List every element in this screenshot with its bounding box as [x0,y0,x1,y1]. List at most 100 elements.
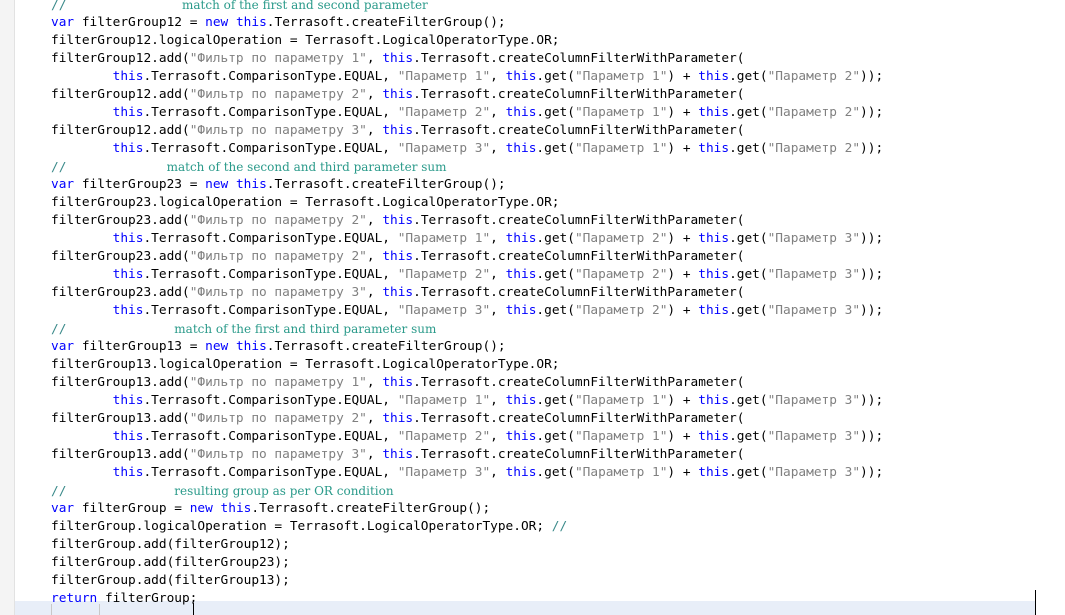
comment-token: // [51,322,67,337]
code-line[interactable]: // match of the second and third paramet… [51,158,447,176]
code-line[interactable]: // resulting group as per OR condition [51,482,394,500]
code-line[interactable]: filterGroup13.add("Фильтр по параметру 2… [51,410,744,428]
string-token: "Параметр 2" [767,69,861,84]
code-line[interactable]: this.Terrasoft.ComparisonType.EQUAL, "Па… [51,464,884,482]
string-token: "Фильтр по параметру 2" [189,213,367,228]
string-token: "Параметр 1" [574,465,668,480]
code-token: .Terrasoft.createFilterGroup(); [251,501,491,516]
string-token: "Фильтр по параметру 1" [189,375,367,390]
code-token: .get( [729,141,768,156]
code-line[interactable]: var filterGroup13 = new this.Terrasoft.c… [51,338,506,356]
code-token: .get( [536,303,575,318]
keyword-token: this [698,141,730,156]
code-token: filterGroup.add(filterGroup23); [51,555,290,570]
code-line[interactable]: filterGroup13.logicalOperation = Terraso… [51,356,560,374]
code-line[interactable]: filterGroup12.add("Фильтр по параметру 2… [51,86,744,104]
code-line[interactable]: filterGroup13.add("Фильтр по параметру 1… [51,374,744,392]
keyword-token: new [189,501,213,516]
code-token: )); [860,231,884,246]
keyword-token: this [505,393,537,408]
code-token: .Terrasoft.ComparisonType.EQUAL, [143,141,398,156]
code-line[interactable]: filterGroup23.add("Фильтр по параметру 2… [51,212,744,230]
code-line[interactable]: this.Terrasoft.ComparisonType.EQUAL, "Па… [51,302,884,320]
code-line[interactable]: this.Terrasoft.ComparisonType.EQUAL, "Па… [51,230,884,248]
string-token: "Параметр 1" [574,69,668,84]
code-line[interactable]: filterGroup.logicalOperation = Terrasoft… [51,518,567,536]
code-token: ) + [667,105,699,120]
code-line[interactable]: var filterGroup23 = new this.Terrasoft.c… [51,176,506,194]
code-token: , [366,375,383,390]
code-line[interactable]: filterGroup13.add("Фильтр по параметру 3… [51,446,744,464]
keyword-token: this [235,339,267,354]
code-token: .get( [729,231,768,246]
code-token: filterGroup12.add( [51,87,190,102]
code-line[interactable]: this.Terrasoft.ComparisonType.EQUAL, "Па… [51,140,884,158]
code-line[interactable]: filterGroup12.add("Фильтр по параметру 3… [51,122,744,140]
code-token: filterGroup13.add( [51,375,190,390]
code-token: .get( [536,105,575,120]
code-line[interactable]: this.Terrasoft.ComparisonType.EQUAL, "Па… [51,428,884,446]
code-token: )); [860,267,884,282]
keyword-token: this [112,303,144,318]
code-line[interactable]: filterGroup.add(filterGroup23); [51,554,290,572]
code-line[interactable]: this.Terrasoft.ComparisonType.EQUAL, "Па… [51,392,884,410]
code-line[interactable]: this.Terrasoft.ComparisonType.EQUAL, "Па… [51,104,884,122]
code-token: filterGroup13.add( [51,411,190,426]
code-line[interactable]: filterGroup23.add("Фильтр по параметру 2… [51,248,744,266]
code-line[interactable]: var filterGroup = new this.Terrasoft.cre… [51,500,490,518]
code-lines[interactable]: // match of the first and second paramet… [0,0,1065,615]
code-token: .Terrasoft.createColumnFilterWithParamet… [413,51,745,66]
code-token: , [366,87,383,102]
code-token: .Terrasoft.ComparisonType.EQUAL, [143,105,398,120]
code-token: ) + [667,141,699,156]
code-token: .get( [536,429,575,444]
keyword-token: var [51,177,75,192]
code-line[interactable]: this.Terrasoft.ComparisonType.EQUAL, "Па… [51,266,884,284]
code-line[interactable]: var filterGroup12 = new this.Terrasoft.c… [51,14,506,32]
code-token: , [490,303,506,318]
code-token: .Terrasoft.createFilterGroup(); [266,339,506,354]
code-line[interactable]: return filterGroup; [51,590,197,608]
comment-note: match of the first and second parameter [182,0,428,12]
code-line[interactable]: filterGroup12.logicalOperation = Terraso… [51,32,560,50]
code-token: .Terrasoft.createFilterGroup(); [266,177,506,192]
code-token: , [366,123,383,138]
code-token: , [490,105,506,120]
comment-token: // [51,160,67,175]
keyword-token: new [205,339,229,354]
code-line[interactable]: this.Terrasoft.ComparisonType.EQUAL, "Па… [51,68,884,86]
code-line[interactable]: // match of the first and second paramet… [51,0,428,14]
code-token: ) + [667,231,699,246]
code-token: filterGroup13.logicalOperation = Terraso… [51,357,560,372]
comment-token: // [551,519,568,534]
code-line[interactable]: filterGroup23.add("Фильтр по параметру 3… [51,284,744,302]
keyword-token: this [382,51,414,66]
keyword-token: this [698,303,730,318]
code-token: .Terrasoft.createColumnFilterWithParamet… [413,123,745,138]
code-token: filterGroup23.add( [51,213,190,228]
string-token: "Параметр 2" [574,303,668,318]
keyword-token: this [382,285,414,300]
string-token: "Параметр 1" [574,393,668,408]
code-line[interactable]: filterGroup.add(filterGroup12); [51,536,290,554]
code-line[interactable]: // match of the first and third paramete… [51,320,436,338]
code-line[interactable]: filterGroup12.add("Фильтр по параметру 1… [51,50,744,68]
code-token: )); [860,303,884,318]
code-editor[interactable]: // match of the first and second paramet… [0,0,1065,615]
code-token: .Terrasoft.ComparisonType.EQUAL, [143,429,398,444]
keyword-token: this [505,465,537,480]
code-token: filterGroup23 = [74,177,206,192]
string-token: "Фильтр по параметру 1" [189,51,367,66]
code-token: , [366,249,383,264]
keyword-token: this [505,267,537,282]
code-token: , [366,51,383,66]
string-token: "Параметр 3" [767,231,861,246]
keyword-token: this [382,411,414,426]
code-token: .Terrasoft.createFilterGroup(); [266,15,506,30]
code-token: .Terrasoft.createColumnFilterWithParamet… [413,249,745,264]
string-token: "Параметр 1" [397,231,491,246]
code-line[interactable]: filterGroup.add(filterGroup13); [51,572,290,590]
code-line[interactable]: filterGroup23.logicalOperation = Terraso… [51,194,560,212]
